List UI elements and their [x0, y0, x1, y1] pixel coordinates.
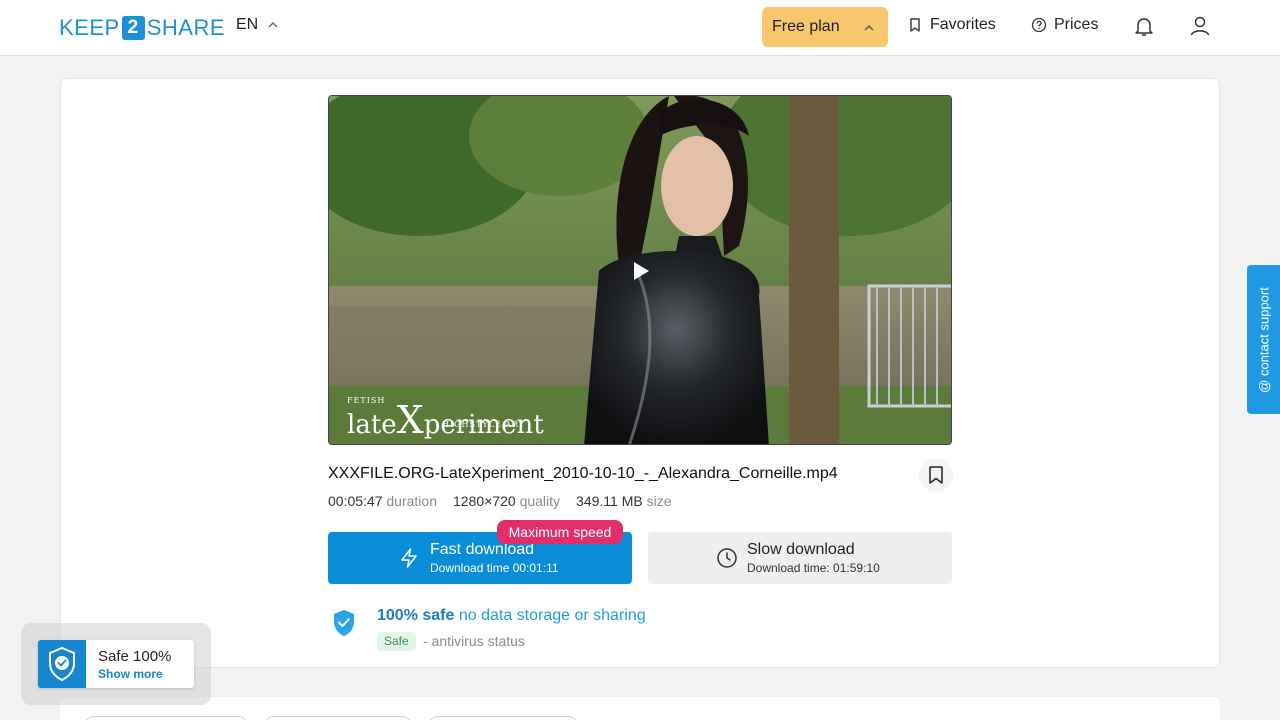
meta-size: 349.11 MB size [576, 493, 671, 509]
chevron-up-icon [864, 25, 874, 31]
safety-rest: no data storage or sharing [454, 607, 646, 624]
slow-download-time: Download time: 01:59:10 [747, 561, 880, 575]
file-meta: 00:05:47 duration 1280×720 quality 349.1… [328, 493, 672, 509]
bookmark-icon [910, 18, 920, 32]
safe-popup[interactable]: Safe 100% Show more [38, 640, 194, 688]
prices-link[interactable]: Prices [1031, 16, 1098, 34]
size-value: 349.11 MB [576, 493, 643, 509]
logo-text-keep: KEEP [59, 15, 120, 40]
keep2share-logo[interactable]: KEEP 2 SHARE [59, 15, 225, 41]
tab-pill[interactable] [264, 716, 412, 720]
language-label: EN [236, 16, 259, 33]
show-more-link[interactable]: Show more [98, 667, 163, 681]
safety-statement: 100% safe no data storage or sharing [377, 607, 646, 625]
favorites-label: Favorites [930, 16, 996, 33]
watermark-pre: late [347, 410, 397, 440]
quality-value: 1280×720 [452, 493, 516, 509]
quality-label: quality [519, 493, 561, 509]
meta-duration: 00:05:47 duration [328, 493, 437, 509]
add-to-favorites-button[interactable] [919, 458, 953, 492]
duration-value: 00:05:47 [328, 493, 383, 509]
slow-download-button[interactable]: Slow download Download time: 01:59:10 [648, 532, 952, 584]
safe-popup-icon-box [38, 640, 86, 688]
prices-label: Prices [1054, 16, 1099, 33]
logo-badge-2: 2 [121, 16, 145, 40]
file-name: XXXFILE.ORG-LateXperiment_2010-10-10_-_A… [328, 465, 838, 482]
shield-check-icon [49, 646, 75, 682]
meta-quality: 1280×720 quality [453, 493, 560, 509]
video-preview[interactable]: FETISH lateXperiment HIGHSTYLE ART [328, 95, 952, 445]
size-label: size [646, 493, 672, 509]
user-icon[interactable] [1188, 14, 1212, 38]
bell-icon[interactable] [1132, 14, 1156, 38]
clock-icon [717, 548, 737, 568]
tab-pill[interactable] [428, 716, 578, 720]
plan-dropdown-button[interactable]: Free plan [762, 7, 888, 47]
watermark-x: X [396, 398, 424, 442]
safe-popup-title: Safe 100% [98, 648, 172, 665]
contact-support-tab[interactable]: @ contact support [1247, 265, 1280, 414]
watermark-tag: HIGHSTYLE ART [442, 420, 526, 429]
language-selector[interactable]: EN [236, 16, 278, 34]
contact-support-label: @ contact support [1256, 286, 1271, 393]
logo-text-share: SHARE [146, 15, 225, 40]
tab-pill[interactable] [84, 716, 248, 720]
fast-download-time: Download time 00:01:11 [430, 561, 559, 575]
play-icon[interactable] [631, 260, 651, 282]
slow-download-title: Slow download [747, 541, 855, 558]
duration-label: duration [386, 493, 437, 509]
antivirus-status-text: - antivirus status [423, 633, 525, 649]
safety-strong: 100% safe [377, 607, 455, 624]
top-header: KEEP 2 SHARE EN Free plan Favorites Pric… [0, 0, 1280, 56]
lightning-icon [401, 548, 417, 568]
help-circle-icon [1031, 17, 1047, 33]
maximum-speed-badge: Maximum speed [497, 520, 623, 544]
chevron-up-icon [268, 22, 278, 28]
bookmark-icon [929, 466, 943, 484]
antivirus-safe-tag: Safe [377, 632, 416, 651]
favorites-link[interactable]: Favorites [907, 16, 996, 34]
plan-label: Free plan [772, 18, 840, 35]
shield-check-icon [334, 610, 354, 636]
